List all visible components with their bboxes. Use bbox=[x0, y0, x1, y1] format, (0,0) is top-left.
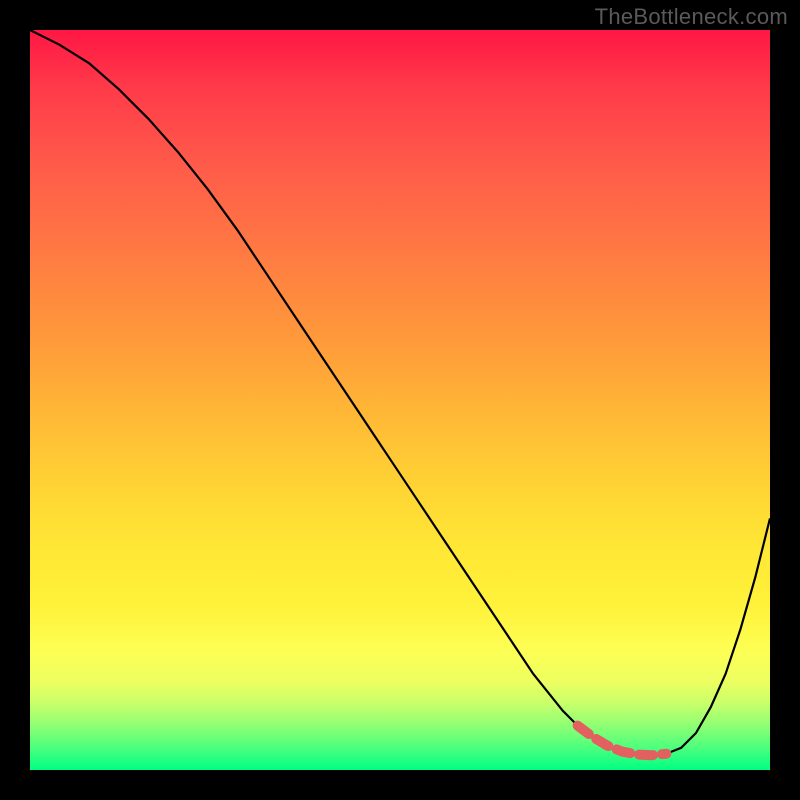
watermark-text: TheBottleneck.com bbox=[595, 4, 788, 30]
bottleneck-curve bbox=[30, 30, 770, 770]
plot-area bbox=[30, 30, 770, 770]
